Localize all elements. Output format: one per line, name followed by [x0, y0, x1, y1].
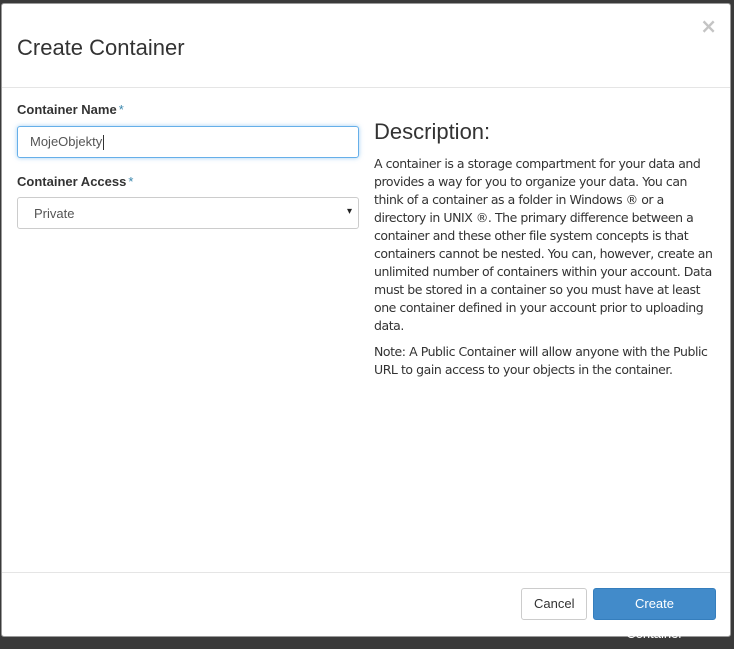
text-cursor	[103, 134, 105, 150]
description-paragraph: A container is a storage compartment for…	[374, 156, 713, 333]
form-column: Container Name * MojeObjekty Container Ac…	[17, 102, 359, 229]
dialog-footer: Cancel Create Container	[2, 572, 730, 641]
container-access-label-text: Container Access	[17, 174, 127, 189]
container-access-selected: Private	[34, 205, 75, 221]
create-container-button[interactable]: Create Container	[593, 588, 716, 641]
container-access-group: Container Access * Private ▾	[17, 174, 359, 229]
chevron-down-icon: ▾	[346, 206, 352, 217]
container-access-select[interactable]: Private ▾	[17, 197, 359, 229]
required-marker: *	[118, 102, 124, 117]
container-name-value: MojeObjekty	[30, 134, 103, 149]
required-marker: *	[128, 174, 134, 189]
container-name-group: Container Name * MojeObjekty	[17, 102, 359, 158]
description-column: Description: A container is a storage co…	[374, 119, 719, 387]
container-name-label-text: Container Name	[17, 102, 117, 117]
cancel-button[interactable]: Cancel	[521, 588, 587, 620]
container-name-label: Container Name *	[17, 102, 359, 118]
dialog-title: Create Container	[17, 35, 185, 60]
description-title: Description:	[374, 119, 491, 144]
create-container-dialog: Create Container × Container Name * MojeO…	[1, 3, 731, 641]
container-access-label: Container Access *	[17, 174, 359, 190]
dialog-header: Create Container ×	[2, 4, 730, 88]
public-container-note: Note: A Public Container will allow anyo…	[374, 344, 708, 377]
container-name-input[interactable]: MojeObjekty	[17, 126, 359, 158]
close-icon[interactable]: ×	[700, 16, 717, 36]
